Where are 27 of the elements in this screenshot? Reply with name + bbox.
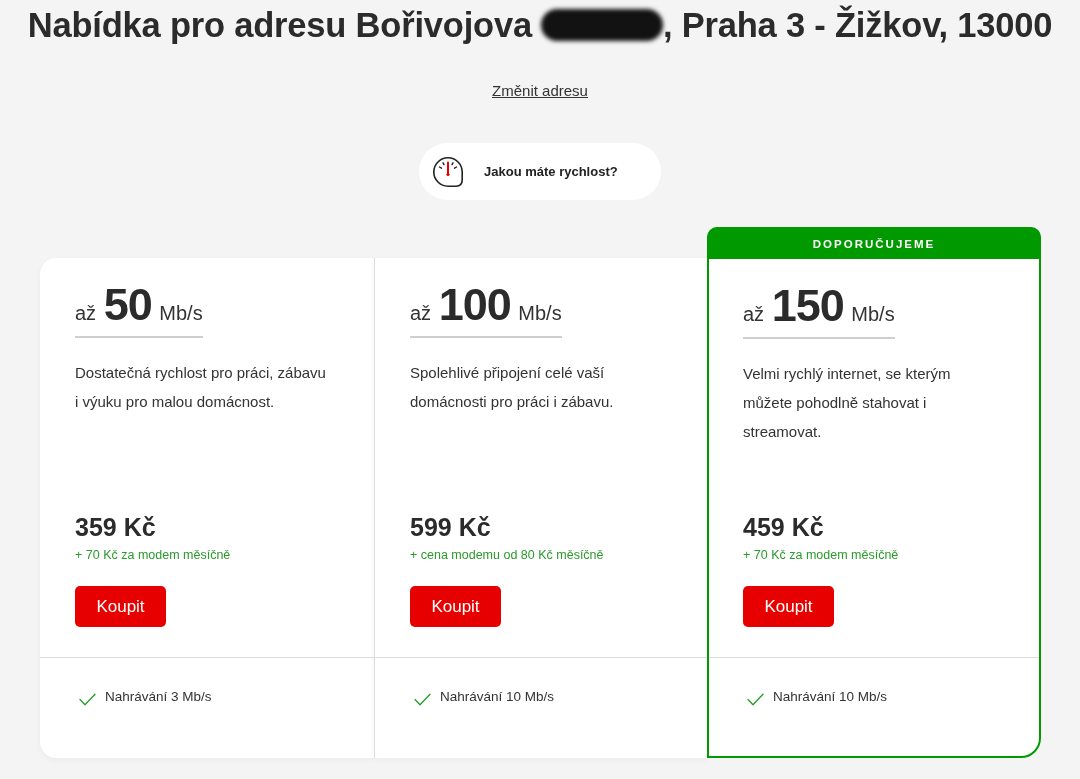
modem-note: + cena modemu od 80 Kč měsíčně — [410, 547, 604, 563]
plan-description: Spolehlivé připojení celé vaší domácnosti pro práci i zábavu. — [410, 363, 615, 412]
plan-price: 359 Kč — [75, 512, 156, 542]
page-title: , Praha 3 - Žižkov, 13000 — [662, 5, 1053, 45]
buy-button[interactable]: Koupit — [75, 586, 166, 627]
plan-description: Dostatečná rychlost pro práci, zábavu i výuku pro malou domácnost. — [75, 363, 327, 412]
change-address-link[interactable]: Změnit adresu — [492, 81, 588, 101]
speed-heading: až 150 Mb/s — [743, 286, 895, 339]
modem-note: + 70 Kč za modem měsíčně — [743, 547, 899, 563]
check-icon — [79, 693, 96, 706]
check-icon — [747, 693, 764, 706]
plan-price: 459 Kč — [743, 512, 824, 542]
plan-description: Velmi rychlý internet, se kterým můžete pohodlně stahovat i streamovat. — [743, 364, 952, 442]
modem-note: + 70 Kč za modem měsíčně — [75, 547, 231, 563]
recommended-badge: DOPORUČUJEME — [707, 227, 1041, 259]
feature-text: Nahrávání 3 Mb/s — [105, 688, 212, 706]
speedometer-icon — [432, 155, 464, 188]
feature-text: Nahrávání 10 Mb/s — [440, 688, 555, 706]
feature-text: Nahrávání 10 Mb/s — [773, 688, 888, 706]
page-title: Nabídka pro adresu Bořivojova — [27, 5, 532, 45]
plan-price: 599 Kč — [410, 512, 491, 542]
buy-button[interactable]: Koupit — [743, 586, 834, 627]
check-icon — [414, 693, 431, 706]
speed-test-button[interactable]: Jakou máte rychlost? — [419, 143, 661, 200]
speed-heading: až 50 Mb/s — [75, 285, 203, 338]
buy-button[interactable]: Koupit — [410, 586, 501, 627]
speed-heading: až 100 Mb/s — [410, 285, 562, 338]
